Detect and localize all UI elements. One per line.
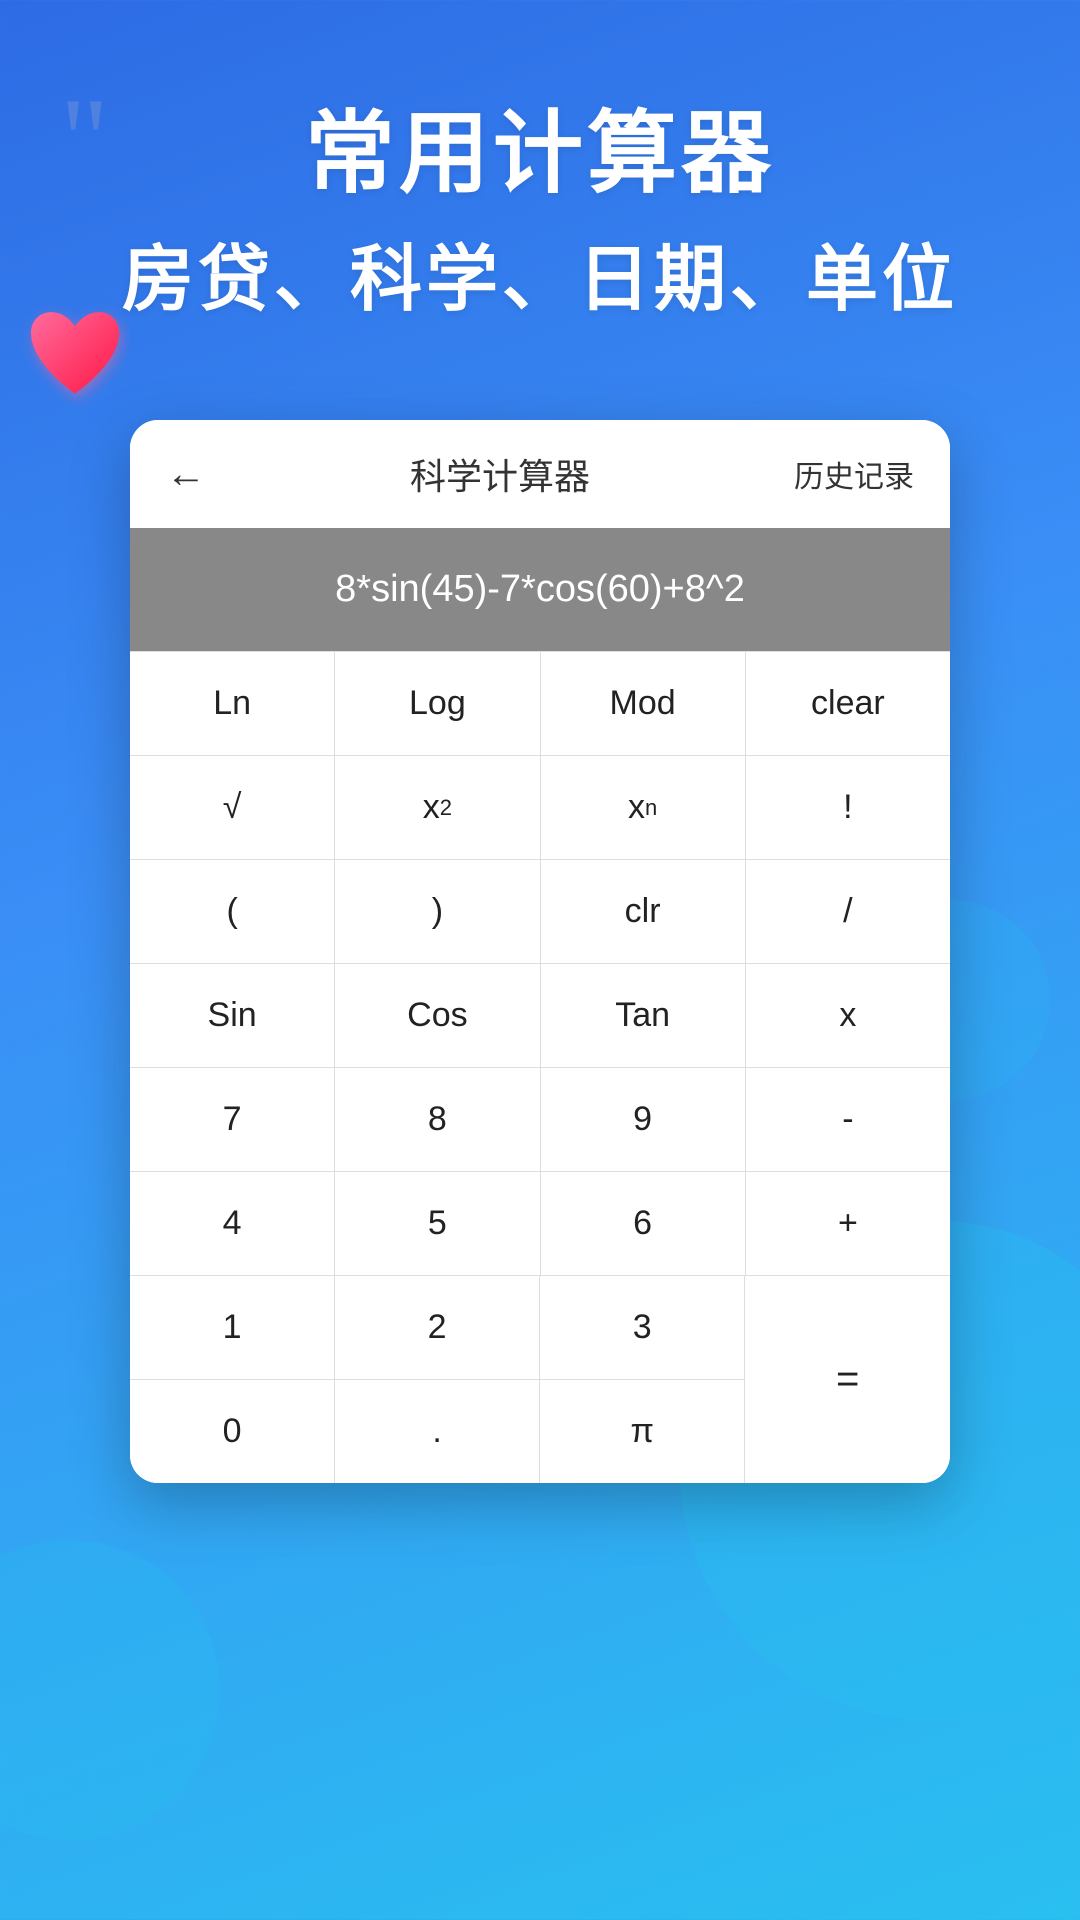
btn-row-4: Sin Cos Tan x — [130, 963, 950, 1067]
btn-cos[interactable]: Cos — [335, 964, 540, 1067]
btn-row-3: ( ) clr / — [130, 859, 950, 963]
calc-expression: 8*sin(45)-7*cos(60)+8^2 — [335, 568, 745, 611]
calc-title: 科学计算器 — [410, 448, 590, 500]
btn-mod[interactable]: Mod — [541, 652, 746, 755]
btn-pi[interactable]: π — [540, 1380, 744, 1483]
calc-header: ← 科学计算器 历史记录 — [130, 420, 950, 528]
btn-row-7: 1 2 3 — [130, 1275, 744, 1379]
btn-group-left: 1 2 3 0 . π — [130, 1275, 744, 1483]
btn-sin[interactable]: Sin — [130, 964, 335, 1067]
btn-row-6: 4 5 6 + — [130, 1171, 950, 1275]
header-area: 常用计算器 房贷、科学、日期、单位 — [0, 80, 1080, 325]
btn-divide[interactable]: / — [746, 860, 950, 963]
header-title: 常用计算器 — [40, 80, 1040, 210]
btn-open-paren[interactable]: ( — [130, 860, 335, 963]
btn-9[interactable]: 9 — [541, 1068, 746, 1171]
btn-close-paren[interactable]: ) — [335, 860, 540, 963]
btn-2[interactable]: 2 — [335, 1276, 540, 1379]
btn-row-8: 0 . π — [130, 1379, 744, 1483]
btn-dot[interactable]: . — [335, 1380, 540, 1483]
btn-log[interactable]: Log — [335, 652, 540, 755]
btn-6[interactable]: 6 — [541, 1172, 746, 1275]
calc-display: 8*sin(45)-7*cos(60)+8^2 — [130, 528, 950, 651]
btn-3[interactable]: 3 — [540, 1276, 744, 1379]
history-button[interactable]: 历史记录 — [794, 452, 914, 496]
deco-circle-2 — [0, 1540, 220, 1840]
btn-7[interactable]: 7 — [130, 1068, 335, 1171]
btn-ln[interactable]: Ln — [130, 652, 335, 755]
btn-5[interactable]: 5 — [335, 1172, 540, 1275]
btn-multiply[interactable]: x — [746, 964, 950, 1067]
btn-row-5: 7 8 9 - — [130, 1067, 950, 1171]
calculator-card: ← 科学计算器 历史记录 8*sin(45)-7*cos(60)+8^2 Ln … — [130, 420, 950, 1483]
btn-clear[interactable]: clear — [746, 652, 950, 755]
btn-tan[interactable]: Tan — [541, 964, 746, 1067]
btn-row-2: √ x2 xn ! — [130, 755, 950, 859]
btn-x2[interactable]: x2 — [335, 756, 540, 859]
header-subtitle: 房贷、科学、日期、单位 — [40, 220, 1040, 325]
btn-clr[interactable]: clr — [541, 860, 746, 963]
calc-buttons: Ln Log Mod clear √ x2 xn ! ( ) clr / Sin… — [130, 651, 950, 1483]
back-button[interactable]: ← — [166, 452, 206, 497]
btn-minus[interactable]: - — [746, 1068, 950, 1171]
btn-sqrt[interactable]: √ — [130, 756, 335, 859]
btn-8[interactable]: 8 — [335, 1068, 540, 1171]
btn-row-bottom: 1 2 3 0 . π = — [130, 1275, 950, 1483]
btn-4[interactable]: 4 — [130, 1172, 335, 1275]
btn-1[interactable]: 1 — [130, 1276, 335, 1379]
btn-plus[interactable]: + — [746, 1172, 950, 1275]
heart-icon — [20, 300, 130, 410]
btn-equals[interactable]: = — [744, 1275, 950, 1483]
btn-factorial[interactable]: ! — [746, 756, 950, 859]
btn-row-1: Ln Log Mod clear — [130, 651, 950, 755]
btn-xn[interactable]: xn — [541, 756, 746, 859]
btn-0[interactable]: 0 — [130, 1380, 335, 1483]
